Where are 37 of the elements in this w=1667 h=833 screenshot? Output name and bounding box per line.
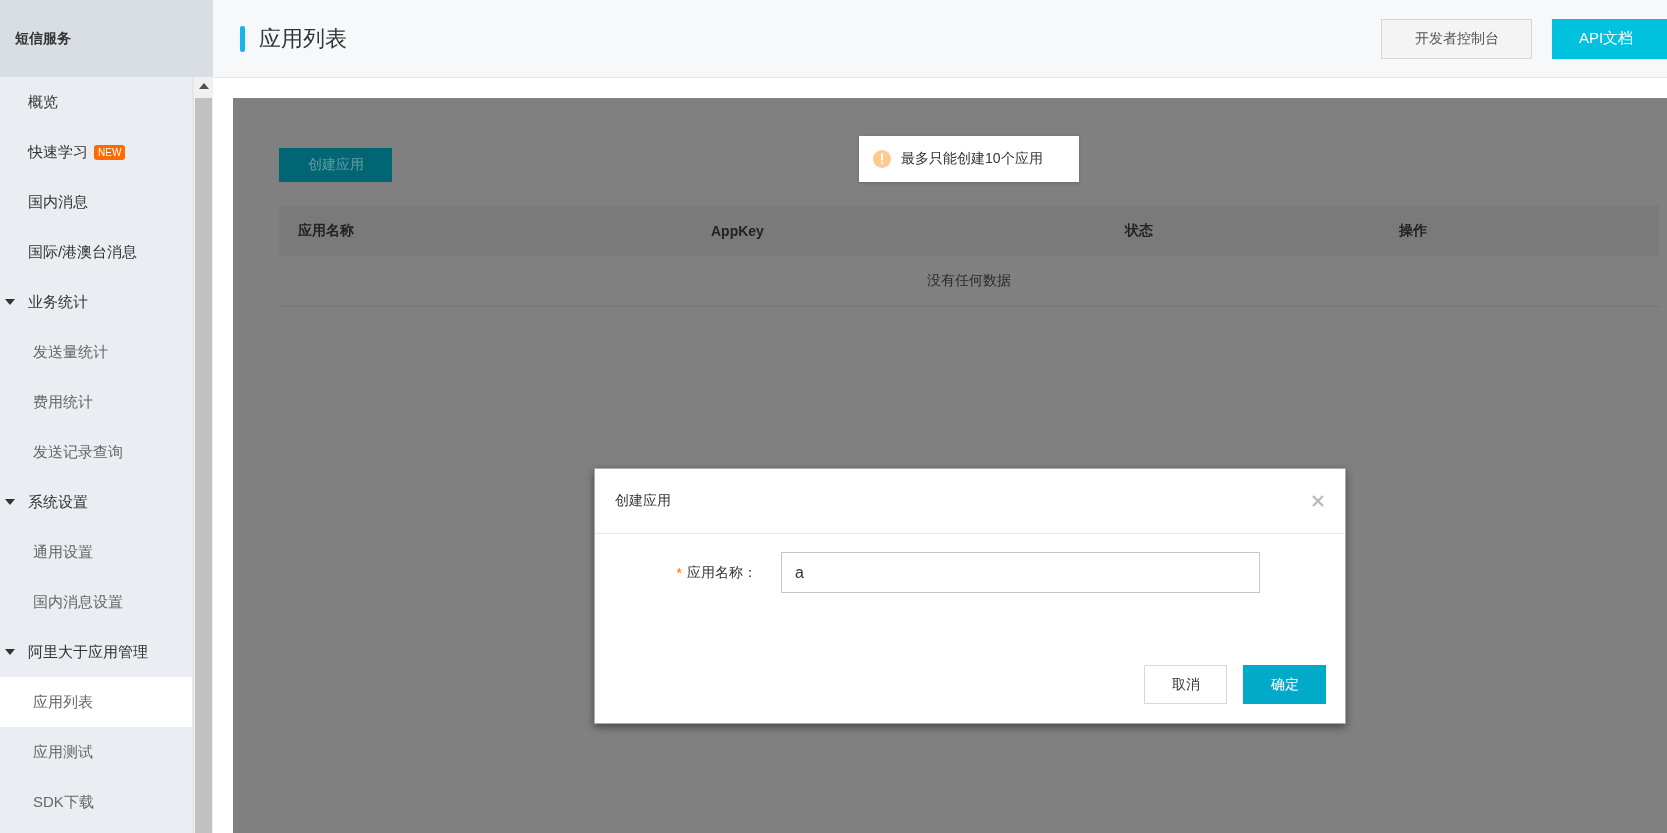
page-title: 应用列表 <box>259 24 347 53</box>
nav-subitem[interactable]: 通用设置 <box>0 527 193 577</box>
nav-subitem[interactable]: 应用测试 <box>0 727 193 777</box>
warning-icon <box>873 150 891 168</box>
nav-subitem[interactable]: 应用列表 <box>0 677 193 727</box>
cancel-button[interactable]: 取消 <box>1144 665 1227 704</box>
required-mark: * <box>676 564 682 581</box>
service-title: 短信服务 <box>15 29 71 48</box>
title-accent-bar <box>240 25 245 52</box>
nav-item[interactable]: 国内消息 <box>0 177 193 227</box>
caret-icon[interactable] <box>5 649 15 655</box>
column-header: 操作 <box>1398 222 1428 240</box>
nav-group-label[interactable]: 业务统计 <box>28 292 88 312</box>
nav-subitem[interactable]: 费用统计 <box>0 377 193 427</box>
nav-subitem[interactable]: SDK下载 <box>0 777 193 827</box>
app-name-field[interactable]: a <box>781 552 1260 593</box>
caret-icon[interactable] <box>5 299 15 305</box>
nav-group-label[interactable]: 阿里大于应用管理 <box>28 642 148 662</box>
scroll-up-icon[interactable] <box>198 83 209 89</box>
console-button[interactable]: 开发者控制台 <box>1381 18 1532 59</box>
column-header: 应用名称 <box>297 222 355 240</box>
nav-item[interactable]: 概览 <box>0 77 193 127</box>
toast-text: 最多只能创建10个应用 <box>901 150 1043 168</box>
nav-subitem[interactable]: 发送记录查询 <box>0 427 193 477</box>
dialog-title: 创建应用 <box>615 492 671 510</box>
caret-icon[interactable] <box>5 499 15 505</box>
nav-subitem[interactable]: 国内消息设置 <box>0 577 193 627</box>
nav-item[interactable]: 国际/港澳台消息 <box>0 227 193 277</box>
nav-group-label[interactable]: 系统设置 <box>28 492 88 512</box>
nav-item[interactable]: 快速学习 NEW <box>0 127 193 177</box>
scrollbar-thumb[interactable] <box>195 98 213 833</box>
new-badge: NEW <box>94 144 126 160</box>
nav-subitem[interactable]: 发送量统计 <box>0 327 193 377</box>
column-header: 状态 <box>1123 222 1154 240</box>
column-header: AppKey <box>710 223 765 239</box>
field-label: 应用名称： <box>687 563 757 582</box>
empty-message: 没有任何数据 <box>927 272 1011 290</box>
